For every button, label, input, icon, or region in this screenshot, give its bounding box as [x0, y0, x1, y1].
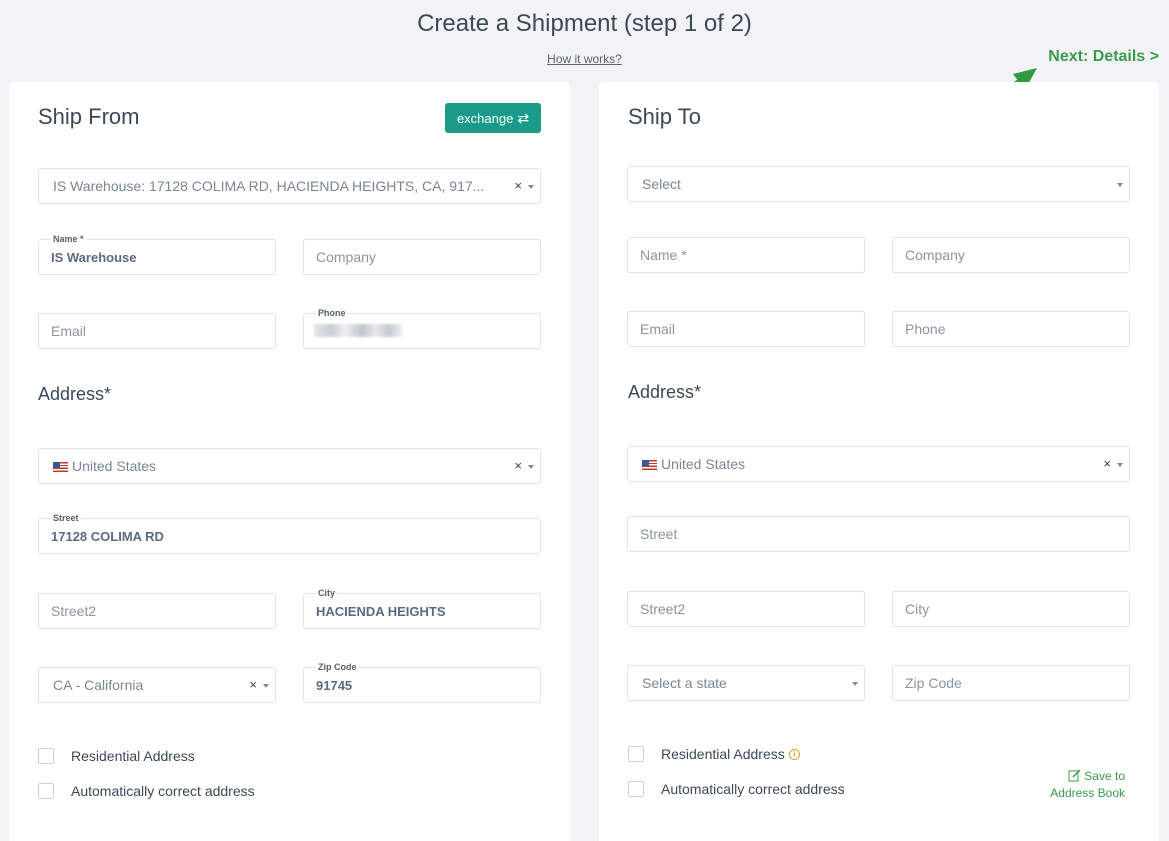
from-email-placeholder: Email: [51, 323, 87, 339]
from-state-select[interactable]: CA - California ×: [38, 667, 276, 703]
to-address-title: Address*: [628, 382, 702, 402]
to-phone-field[interactable]: Phone: [892, 311, 1130, 347]
to-select-placeholder: Select: [642, 176, 681, 192]
to-city-placeholder: City: [905, 601, 930, 617]
from-street-value: 17128 COLIMA RD: [51, 529, 164, 544]
to-street-placeholder: Street: [640, 526, 678, 542]
from-street-field[interactable]: Street 17128 COLIMA RD: [38, 513, 541, 554]
from-email-field[interactable]: Email: [38, 313, 276, 349]
us-flag-icon: [642, 460, 657, 470]
from-city-value: HACIENDA HEIGHTS: [316, 604, 446, 619]
to-company-field[interactable]: Company: [892, 237, 1130, 273]
from-street2-field[interactable]: Street2: [38, 593, 276, 629]
to-autocorrect-checkbox[interactable]: [628, 781, 644, 797]
from-zip-field[interactable]: Zip Code 91745: [303, 662, 541, 703]
to-street2-field[interactable]: Street2: [627, 591, 865, 627]
from-phone-label: Phone: [316, 308, 348, 319]
chevron-down-icon[interactable]: [1117, 463, 1123, 467]
from-country-value: United States: [72, 458, 157, 474]
from-company-placeholder: Company: [316, 249, 376, 265]
chevron-down-icon[interactable]: [263, 684, 269, 688]
to-name-field[interactable]: Name *: [627, 237, 865, 273]
ship-to-card: Ship To Select Name * Company Email Phon…: [599, 82, 1159, 841]
from-street2-placeholder: Street2: [51, 603, 97, 619]
from-country-select[interactable]: United States ×: [38, 448, 541, 484]
to-company-placeholder: Company: [905, 247, 965, 263]
clear-icon[interactable]: ×: [514, 178, 522, 193]
save-to-line2: Address Book: [1050, 786, 1125, 800]
to-residential-checkbox[interactable]: [628, 746, 644, 762]
to-email-field[interactable]: Email: [627, 311, 865, 347]
to-name-placeholder: Name *: [640, 247, 687, 263]
chevron-down-icon[interactable]: [1117, 183, 1123, 187]
clear-icon[interactable]: ×: [249, 677, 257, 692]
from-zip-value: 91745: [316, 678, 353, 693]
from-zip-label: Zip Code: [316, 662, 359, 673]
page-title: Create a Shipment (step 1 of 2): [417, 10, 752, 37]
next-details-link[interactable]: Next: Details >: [1048, 48, 1159, 66]
to-residential-row[interactable]: Residential Address i: [628, 746, 800, 762]
to-street-field[interactable]: Street: [627, 516, 1130, 552]
from-name-label: Name *: [51, 234, 86, 245]
warehouse-select-value: IS Warehouse: 17128 COLIMA RD, HACIENDA …: [53, 178, 485, 194]
from-residential-row[interactable]: Residential Address: [38, 748, 195, 764]
chevron-down-icon[interactable]: [852, 682, 858, 686]
to-phone-placeholder: Phone: [905, 321, 946, 337]
exchange-button[interactable]: exchange ⇄: [445, 103, 541, 133]
from-state-value: CA - California: [53, 677, 144, 693]
to-state-select[interactable]: Select a state: [627, 665, 865, 701]
from-city-label: City: [316, 588, 338, 599]
to-zip-placeholder: Zip Code: [905, 675, 962, 691]
ship-to-title: Ship To: [628, 104, 701, 129]
from-street-label: Street: [51, 513, 81, 524]
to-city-field[interactable]: City: [892, 591, 1130, 627]
save-to-line1: Save to: [1084, 769, 1125, 783]
to-country-select[interactable]: United States ×: [627, 446, 1130, 482]
ship-from-card: Ship From exchange ⇄ IS Warehouse: 17128…: [9, 82, 570, 841]
from-company-field[interactable]: Company: [303, 239, 541, 275]
to-country-value: United States: [661, 456, 746, 472]
save-to-address-book-link[interactable]: Save to Address Book: [1050, 768, 1125, 802]
from-residential-checkbox[interactable]: [38, 748, 54, 764]
exchange-label: exchange: [456, 110, 514, 126]
from-autocorrect-label: Automatically correct address: [71, 783, 255, 799]
from-name-value: IS Warehouse: [51, 250, 137, 265]
edit-icon: [1068, 769, 1081, 782]
to-autocorrect-row[interactable]: Automatically correct address: [628, 781, 845, 797]
from-autocorrect-checkbox[interactable]: [38, 783, 54, 799]
info-icon[interactable]: i: [788, 748, 800, 760]
ship-from-title: Ship From: [38, 104, 140, 129]
chevron-down-icon[interactable]: [528, 465, 534, 469]
exchange-icon: ⇄: [517, 110, 530, 126]
redacted-phone: [314, 324, 402, 337]
to-state-placeholder: Select a state: [642, 675, 727, 691]
chevron-down-icon[interactable]: [528, 185, 534, 189]
us-flag-icon: [53, 462, 68, 472]
from-city-field[interactable]: City HACIENDA HEIGHTS: [303, 588, 541, 629]
to-email-placeholder: Email: [640, 321, 676, 337]
to-zip-field[interactable]: Zip Code: [892, 665, 1130, 701]
warehouse-select[interactable]: IS Warehouse: 17128 COLIMA RD, HACIENDA …: [38, 168, 541, 204]
to-autocorrect-label: Automatically correct address: [661, 781, 845, 797]
to-street2-placeholder: Street2: [640, 601, 686, 617]
from-address-title: Address*: [38, 384, 112, 404]
clear-icon[interactable]: ×: [1103, 456, 1111, 471]
from-autocorrect-row[interactable]: Automatically correct address: [38, 783, 255, 799]
clear-icon[interactable]: ×: [514, 458, 522, 473]
to-address-select[interactable]: Select: [627, 166, 1130, 202]
to-residential-label: Residential Address: [661, 746, 785, 762]
from-name-field[interactable]: Name * IS Warehouse: [38, 234, 276, 275]
from-residential-label: Residential Address: [71, 748, 195, 764]
from-phone-field[interactable]: Phone: [303, 308, 541, 349]
